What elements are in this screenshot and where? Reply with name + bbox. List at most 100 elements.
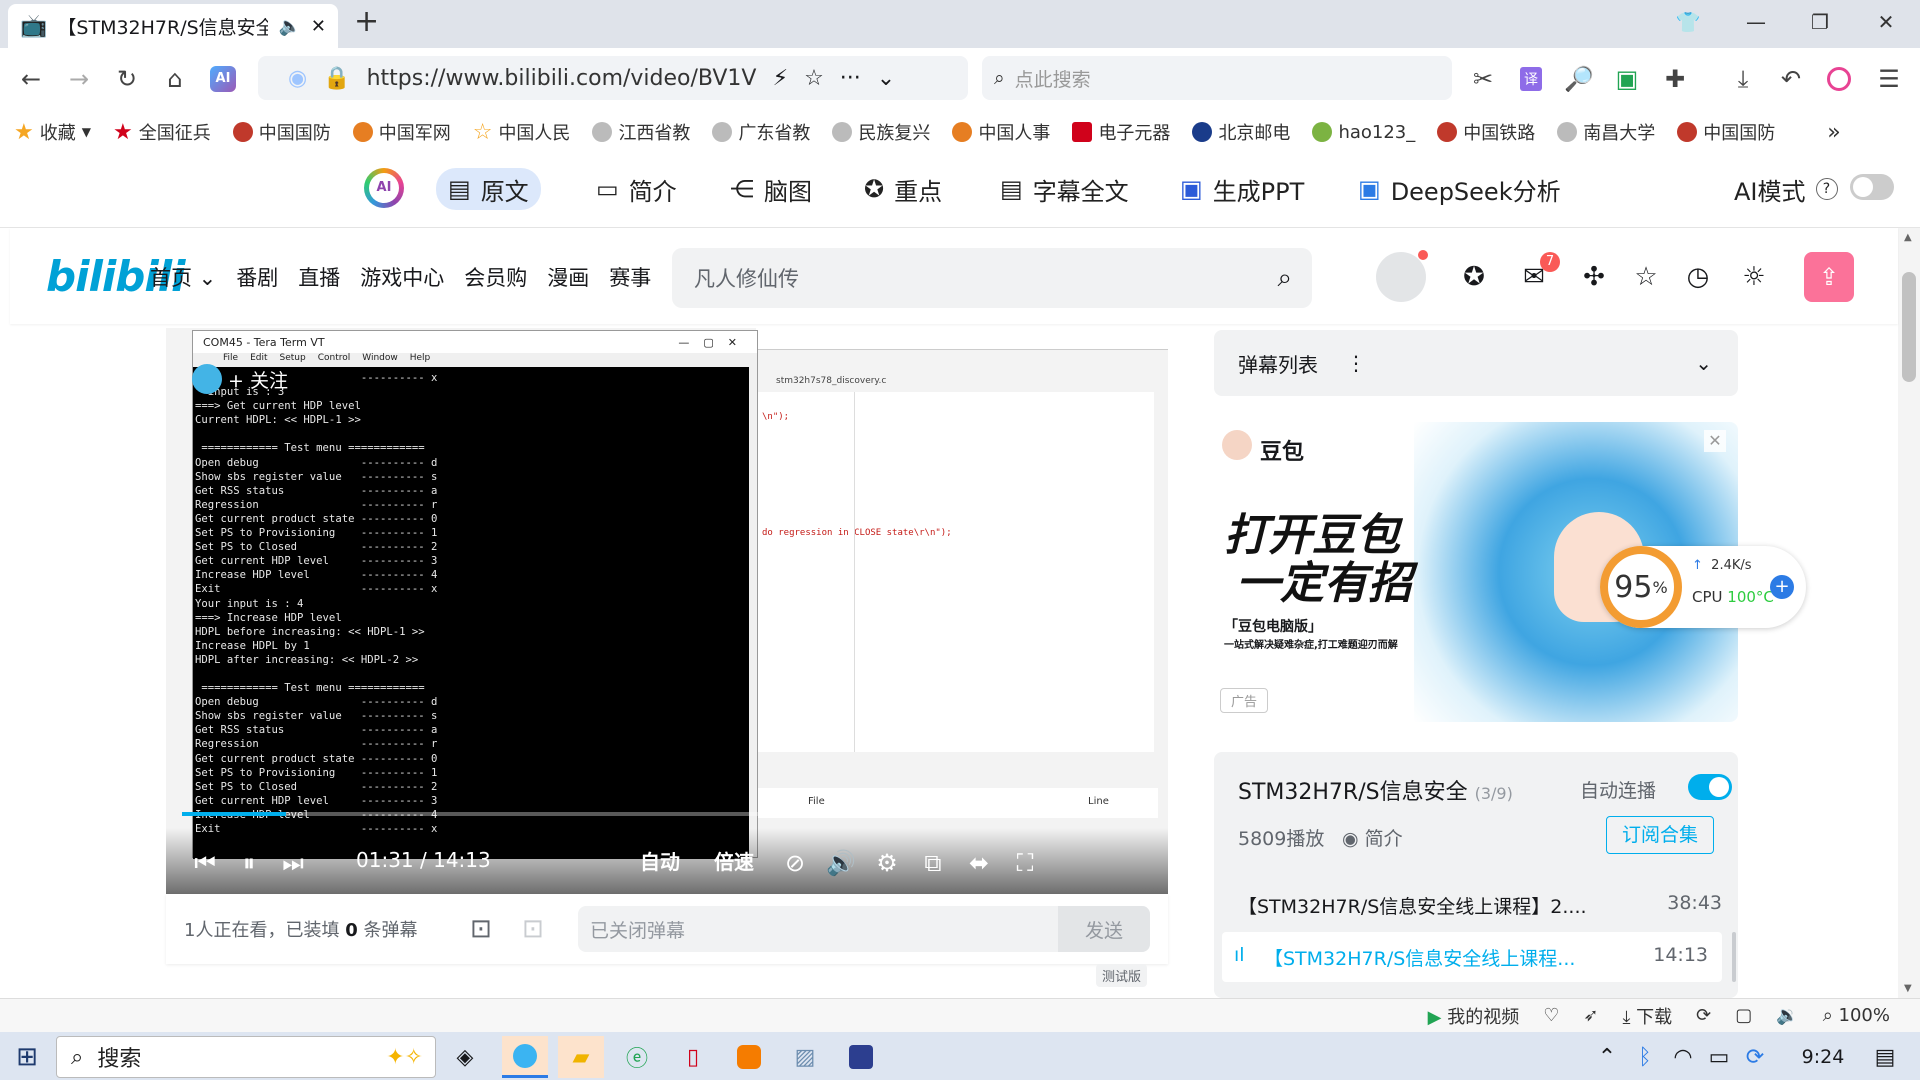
more-icon[interactable]: ··· [840,66,861,91]
ai-ppt-button[interactable]: ▣ 生成PPT [1168,168,1316,210]
forward-icon[interactable]: → [60,60,98,98]
close-tab-icon[interactable]: ✕ [311,16,326,37]
avatar[interactable] [1376,252,1426,302]
video-progress-bar[interactable] [182,812,1152,816]
bookmark-item[interactable]: 民族复兴 [832,119,930,145]
rocket-icon[interactable]: ➶ [1583,1005,1598,1026]
fullscreen-icon[interactable]: ⛶ [1008,846,1042,880]
ai-mindmap-button[interactable]: ⋲ 脑图 [718,168,824,210]
chevron-down-icon[interactable]: ⌄ [877,66,895,91]
help-icon[interactable]: ? [1815,178,1838,200]
creation-icon[interactable]: ☼ [1732,255,1776,299]
star-icon[interactable]: ☆ [804,66,824,91]
browser-tab[interactable]: 📺 【STM32H7R/S信息安全线 🔈 ✕ [8,4,338,48]
ai-subtitles-button[interactable]: ▤ 字幕全文 [988,168,1141,210]
nav-live[interactable]: 直播 [298,262,340,292]
plus-icon[interactable]: + [1770,575,1794,599]
task-view-icon[interactable]: ◈ [442,1036,488,1078]
bookmark-item[interactable]: 广东省教 [712,119,810,145]
search-icon[interactable]: ⌕ [1277,263,1292,294]
cpu-widget[interactable]: 95% ↑ 2.4K/s CPU 100°C + [1600,546,1806,628]
bookmark-item[interactable]: 北京邮电 [1192,119,1290,145]
close-window-button[interactable]: ✕ [1858,0,1914,44]
danmaku-list-header[interactable]: 弹幕列表 ⋮ ⌄ [1214,330,1738,396]
reload-icon[interactable]: ↻ [108,60,146,98]
nav-home[interactable]: 首页 ⌄ [150,262,216,292]
ai-keypoints-button[interactable]: ✪ 重点 [852,168,954,210]
ai-mode-toggle[interactable] [1850,174,1894,200]
puzzle-icon[interactable]: ✚ [1656,60,1694,98]
ad-close-icon[interactable]: ✕ [1704,430,1726,452]
more-bookmarks-icon[interactable]: » [1827,120,1840,145]
upload-button[interactable]: ⇪ [1804,252,1854,302]
ai-deepseek-button[interactable]: ▣ DeepSeek分析 [1346,168,1573,210]
bookmark-item[interactable]: 中国铁路 [1437,119,1535,145]
more-icon[interactable]: ⋮ [1346,351,1366,375]
bilibili-search-input[interactable]: 凡人修仙传 ⌕ [672,248,1312,308]
magnifier-icon[interactable]: 🔎 [1560,60,1598,98]
playlist-scrollbar[interactable] [1732,932,1736,982]
bookmark-item[interactable]: 江西省教 [592,119,690,145]
download-button[interactable]: ⤓ 下载 [1622,1003,1672,1029]
my-video-button[interactable]: ▶ 我的视频 [1428,1003,1520,1029]
nav-manga[interactable]: 漫画 [547,262,589,292]
nav-anime[interactable]: 番剧 [236,262,278,292]
menu-icon[interactable]: ☰ [1870,60,1908,98]
bookmark-item[interactable]: 中国人事 [952,119,1050,145]
next-icon[interactable]: ⏭ [276,846,310,880]
undo-icon[interactable]: ↶ [1772,60,1810,98]
lightning-icon[interactable]: ⚡ [773,66,788,91]
taskbar-app-orange-icon[interactable] [726,1036,772,1078]
ai-color-icon[interactable] [1820,60,1858,98]
video-player[interactable]: stm32h7s78_discovery.c \n"); do regressi… [166,328,1168,894]
volume-icon[interactable]: 🔊 [824,846,858,880]
speed-button[interactable]: 倍速 [714,846,754,875]
autoplay-toggle[interactable] [1688,774,1732,800]
taskbar-app-pdf-icon[interactable]: ▯ [670,1036,716,1078]
ai-assistant-icon[interactable]: AI [204,60,242,98]
playlist-item[interactable]: 【STM32H7R/S信息安全线上课程】2.... 38:43 [1238,892,1722,919]
playlist-item-active[interactable]: ıl 【STM32H7R/S信息安全线上课程... 14:13 [1222,932,1722,982]
danmaku-settings-icon[interactable]: ⊡ [522,914,544,944]
window-icon[interactable]: ▢ [1735,1005,1752,1026]
bookmark-item[interactable]: 中国军网 [352,119,451,145]
download-icon[interactable]: ⤓ [1724,60,1762,98]
bookmark-item[interactable]: ☆ 中国人民 [473,119,571,145]
dynamic-icon[interactable]: ✣ [1572,255,1616,299]
widescreen-icon[interactable]: ⬌ [962,846,996,880]
nav-shop[interactable]: 会员购 [464,262,527,292]
bookmark-item[interactable]: ★ 收藏 ▼ [14,119,91,145]
bookmark-item[interactable]: 中国国防 [1677,119,1775,145]
taskbar-search-input[interactable]: ⌕ 搜索 ✦✧ [56,1036,436,1078]
danmaku-toggle-icon[interactable]: ⊡ [470,914,492,944]
chevron-down-icon[interactable]: ⌄ [1695,351,1712,375]
tray-app-icon[interactable]: ⟳ [1732,1036,1778,1078]
history-icon[interactable]: ◷ [1676,255,1720,299]
nav-game[interactable]: 游戏中心 [360,262,444,292]
taskbar-app-green-browser-icon[interactable]: ⓔ [614,1036,660,1078]
ai-summary-button[interactable]: ▭ 简介 [584,168,689,210]
subscribe-collection-button[interactable]: 订阅合集 [1606,816,1714,854]
restore-button[interactable]: ❐ [1792,0,1848,44]
back-icon[interactable]: ← [12,60,50,98]
previous-icon[interactable]: ⏮ [188,846,222,880]
follow-uploader[interactable]: + 关注 [192,364,288,394]
bookmark-item[interactable]: 电子元器 [1072,119,1170,145]
sync-icon[interactable]: ⟳ [1696,1005,1711,1026]
address-bar[interactable]: ◉ 🔒 https://www.bilibili.com/video/BV1V9… [258,56,968,100]
pip-icon[interactable]: ⧉ [916,846,950,880]
bookmark-item[interactable]: 南昌大学 [1557,119,1655,145]
pause-icon[interactable]: ⏸ [232,846,266,880]
notification-icon[interactable]: ▤ [1862,1036,1908,1078]
intro-link[interactable]: ◉ 简介 [1342,824,1403,851]
sound-icon[interactable]: 🔉 [1776,1005,1798,1026]
taskbar-app-ide-icon[interactable] [838,1036,884,1078]
taskbar-app-explorer-icon[interactable]: ▰ [558,1036,604,1078]
ai-logo-icon[interactable]: AI [364,168,404,208]
bookmark-item[interactable]: ★ 全国征兵 [113,119,211,145]
ai-original-button[interactable]: ▤ 原文 [436,168,541,210]
subtitle-off-icon[interactable]: ⊘ [778,846,812,880]
favorite-icon[interactable]: ☆ [1624,255,1668,299]
page-scrollbar[interactable]: ▲ ▼ [1898,228,1920,998]
scissors-icon[interactable]: ✂ [1464,60,1502,98]
